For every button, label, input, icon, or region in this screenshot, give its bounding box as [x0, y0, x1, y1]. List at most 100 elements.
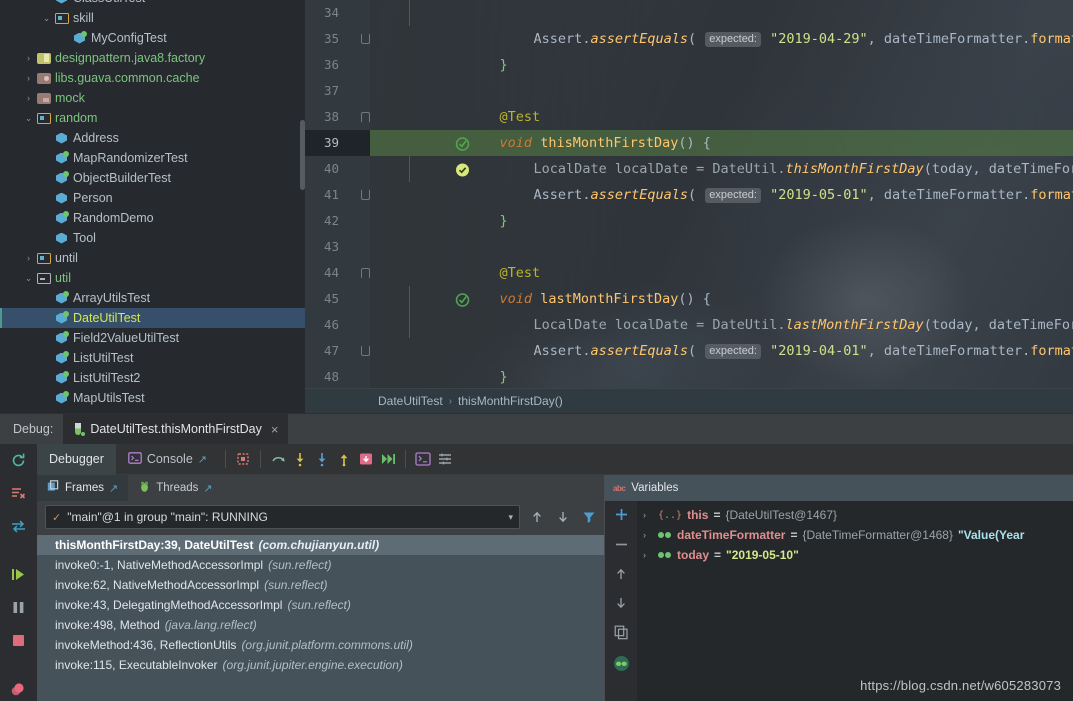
stop-and-rerun-icon[interactable] — [10, 485, 27, 507]
breadcrumb-class[interactable]: DateUtilTest — [378, 394, 443, 408]
settings-lines-icon[interactable] — [434, 448, 456, 470]
gutter-cell[interactable]: 48 — [305, 364, 370, 390]
tree-item-dateutiltest[interactable]: › DateUtilTest — [0, 308, 305, 328]
tree-expand-arrow-icon[interactable]: › — [22, 93, 35, 103]
tree-item-myconfigtest[interactable]: › MyConfigTest — [0, 28, 305, 48]
tree-expand-arrow-icon[interactable]: › — [40, 314, 53, 323]
code-line[interactable]: 44 void lastMonthFirstDay() { — [305, 260, 1073, 307]
force-step-into-icon[interactable] — [311, 448, 333, 470]
tree-item-listutiltest[interactable]: › ListUtilTest — [0, 348, 305, 368]
gutter-cell[interactable]: 40 — [305, 156, 370, 182]
code-lines[interactable]: 34 Assert.assertEquals( expected: "2019-… — [305, 0, 1073, 388]
gutter-cell[interactable]: 46 — [305, 312, 370, 338]
tree-item-libs-guava-common-cache[interactable]: › libs.guava.common.cache — [0, 68, 305, 88]
frame-row[interactable]: invokeMethod:436, ReflectionUtils (org.ju… — [37, 635, 604, 655]
gutter-cell[interactable]: 47 — [305, 338, 370, 364]
tree-expand-arrow-icon[interactable]: ⌄ — [22, 113, 35, 123]
remove-watch-icon[interactable] — [614, 537, 629, 557]
tree-expand-arrow-icon[interactable]: › — [40, 294, 53, 303]
tree-item-random[interactable]: ⌄ random — [0, 108, 305, 128]
fold-marker-icon[interactable] — [361, 190, 370, 200]
tree-item-classutiltest[interactable]: › ClassUtilTest — [0, 0, 305, 8]
code-line[interactable]: 43 @Test — [305, 234, 1073, 281]
step-over-icon[interactable] — [267, 448, 289, 470]
tree-expand-arrow-icon[interactable]: › — [22, 53, 35, 63]
chevron-down-icon[interactable]: ▾ — [508, 512, 513, 523]
debug-session-tab[interactable]: DateUtilTest.thisMonthFirstDay × — [63, 413, 289, 445]
move-up-icon[interactable] — [528, 508, 546, 526]
tab-console[interactable]: Console ↗ — [116, 444, 219, 475]
move-down-icon[interactable] — [614, 596, 628, 615]
breakpoint-verified-icon[interactable] — [341, 135, 469, 177]
gutter-cell[interactable]: 43 — [305, 234, 370, 260]
breadcrumb-method[interactable]: thisMonthFirstDay() — [458, 394, 563, 408]
mute-breakpoints-icon[interactable] — [232, 448, 254, 470]
breadcrumb[interactable]: DateUtilTest › thisMonthFirstDay() — [305, 388, 1073, 413]
open-external-icon[interactable]: ↗ — [109, 482, 118, 495]
tree-expand-arrow-icon[interactable]: › — [40, 394, 53, 403]
stop-icon[interactable] — [10, 632, 27, 654]
project-tree-panel[interactable]: ›ClassUtilTest⌄skill›MyConfigTest›design… — [0, 0, 305, 413]
inspect-icon[interactable] — [613, 655, 630, 677]
view-breakpoints-icon[interactable] — [10, 680, 27, 701]
open-external-icon[interactable]: ↗ — [198, 453, 207, 466]
resume-program-icon[interactable] — [10, 566, 27, 588]
close-icon[interactable]: × — [271, 422, 279, 437]
tree-expand-arrow-icon[interactable]: › — [22, 253, 35, 263]
code-line[interactable]: 45 LocalDate localDate = DateUtil.lastMo… — [305, 286, 1073, 333]
run-test-ok-icon[interactable] — [341, 265, 470, 307]
code-line[interactable]: 47 } — [305, 338, 1073, 385]
chevron-right-icon[interactable]: › — [643, 510, 653, 520]
frames-pane-tabs[interactable]: Frames ↗ Threads ↗ — [37, 475, 604, 501]
code-line[interactable]: 42 — [305, 208, 1073, 234]
tree-item-objectbuildertest[interactable]: › ObjectBuilderTest — [0, 168, 305, 188]
gutter-cell[interactable]: 44 — [305, 260, 470, 307]
tree-item-arrayutilstest[interactable]: › ArrayUtilsTest — [0, 288, 305, 308]
code-line[interactable]: 40 Assert.assertEquals( expected: "2019-… — [305, 156, 1073, 203]
drop-frame-icon[interactable] — [355, 448, 377, 470]
tree-expand-arrow-icon[interactable]: › — [40, 334, 53, 343]
run-to-cursor-icon[interactable] — [377, 448, 399, 470]
open-external-icon[interactable]: ↗ — [203, 482, 212, 495]
gutter-cell[interactable]: 42 — [305, 208, 370, 234]
tree-expand-arrow-icon[interactable]: › — [40, 0, 53, 3]
add-watch-icon[interactable] — [614, 507, 629, 527]
fold-marker-icon[interactable] — [361, 112, 370, 122]
fold-marker-icon[interactable] — [361, 34, 370, 44]
tree-expand-arrow-icon[interactable]: ⌄ — [22, 273, 35, 283]
variable-row[interactable]: › dateTimeFormatter = {DateTimeFormatter@14… — [637, 525, 1073, 545]
code-line[interactable]: 34 Assert.assertEquals( expected: "2019-… — [305, 0, 1073, 47]
gutter-cell[interactable]: 39 — [305, 130, 469, 177]
tree-item-skill[interactable]: ⌄ skill — [0, 8, 305, 28]
tree-item-until[interactable]: › until — [0, 248, 305, 268]
tree-item-person[interactable]: › Person — [0, 188, 305, 208]
variable-row[interactable]: › {..} this = {DateUtilTest@1467} — [637, 505, 1073, 525]
tree-expand-arrow-icon[interactable]: › — [40, 174, 53, 183]
gutter-cell[interactable]: 41 — [305, 182, 370, 208]
gutter-cell[interactable]: 34 — [305, 0, 370, 26]
tree-expand-arrow-icon[interactable]: ⌄ — [40, 13, 53, 23]
gutter-cell[interactable]: 45 — [305, 286, 370, 312]
code-line[interactable]: 46 Assert.assertEquals( expected: "2019-… — [305, 312, 1073, 359]
fold-marker-icon[interactable] — [361, 268, 370, 278]
code-line[interactable]: 36 — [305, 52, 1073, 78]
rerun-icon[interactable] — [10, 452, 27, 474]
code-line[interactable]: 38 void thisMonthFirstDay() { — [305, 104, 1073, 151]
step-out-icon[interactable] — [333, 448, 355, 470]
code-line-current[interactable]: 39 LocalDate localDate = DateUtil.thisMo… — [305, 130, 1073, 177]
tree-item-util[interactable]: ⌄ util — [0, 268, 305, 288]
variables-toolbar[interactable] — [605, 501, 637, 701]
tree-expand-arrow-icon[interactable]: › — [40, 194, 53, 203]
gutter-cell[interactable]: 36 — [305, 52, 370, 78]
copy-icon[interactable] — [614, 625, 629, 645]
tree-item-mock[interactable]: › mock — [0, 88, 305, 108]
tree-item-maprandomizertest[interactable]: › MapRandomizerTest — [0, 148, 305, 168]
tree-expand-arrow-icon[interactable]: › — [40, 134, 53, 143]
gutter-cell[interactable]: 37 — [305, 78, 370, 104]
swap-panes-icon[interactable] — [10, 518, 27, 540]
fold-marker-icon[interactable] — [361, 346, 370, 356]
variables-list[interactable]: › {..} this = {DateUtilTest@1467} › dateTimeFo… — [637, 501, 1073, 701]
chevron-right-icon[interactable]: › — [643, 550, 653, 560]
move-down-icon[interactable] — [554, 508, 572, 526]
frames-list[interactable]: thisMonthFirstDay:39, DateUtilTest (com.c… — [37, 535, 604, 701]
